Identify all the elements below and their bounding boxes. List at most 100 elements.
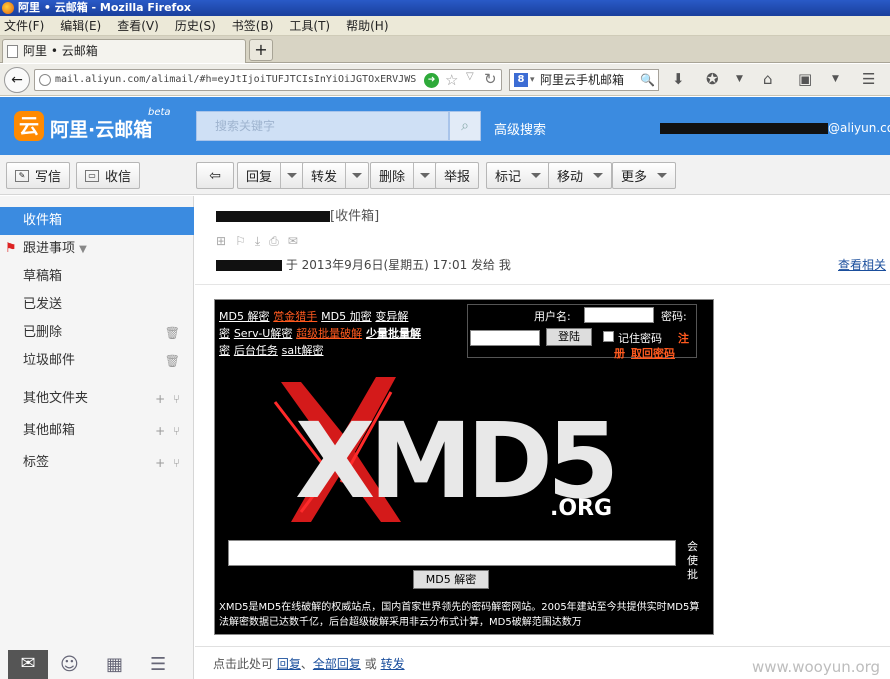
redacted-sender — [216, 260, 282, 271]
expand-icon[interactable]: ⊞ — [216, 234, 235, 248]
addon-dropdown-icon[interactable]: ▼ — [736, 74, 743, 84]
sidebar-item-inbox[interactable]: 收件箱 — [0, 207, 194, 235]
move-label: 移动 — [557, 170, 584, 185]
back-button[interactable]: ⇦ — [196, 162, 234, 189]
mail-icon[interactable]: ✉ — [8, 650, 48, 679]
receive-button[interactable]: ▭ 收信 — [76, 162, 141, 189]
menu-edit[interactable]: 编辑(E) — [60, 17, 101, 34]
folder-sidebar: 收件箱 ⚑ 跟进事项 ▼ 草稿箱 已发送 已删除 🗑 垃圾邮件 🗑 其他文件夹 + ⑂… — [0, 196, 194, 679]
magnifier-icon[interactable]: 🔍 — [640, 70, 655, 90]
download-icon[interactable]: ⤓ — [255, 234, 269, 248]
addon-icon[interactable]: ✪ — [706, 70, 719, 88]
sidebar-item-deleted[interactable]: 已删除 🗑 — [0, 319, 194, 347]
reply-sep: 、 — [300, 657, 313, 671]
star-icon[interactable]: ☆ — [445, 71, 458, 89]
login-button[interactable]: 登陆 — [546, 328, 592, 346]
new-tab-button[interactable]: + — [249, 39, 273, 61]
quick-reply-all-link[interactable]: 全部回复 — [313, 657, 361, 671]
mark-button[interactable]: 标记 — [486, 162, 551, 189]
link-bounty[interactable]: 赏金猎手 — [273, 310, 317, 323]
chevron-down-icon — [352, 173, 363, 178]
md5-decrypt-button[interactable]: MD5 解密 — [413, 570, 489, 589]
reply-dropdown[interactable] — [280, 163, 298, 188]
sidebar-item-followup[interactable]: ⚑ 跟进事项 ▼ — [0, 235, 194, 263]
menu-tools[interactable]: 工具(T) — [289, 17, 330, 34]
menu-view[interactable]: 查看(V) — [117, 17, 159, 34]
go-arrow-icon[interactable]: ➜ — [424, 73, 439, 88]
link-super-batch[interactable]: 超级批量破解 — [296, 327, 362, 340]
aliyun-logo-icon: 云 — [14, 111, 44, 141]
quick-reply-link[interactable]: 回复 — [277, 657, 301, 671]
reload-icon[interactable]: ↻ — [484, 70, 497, 88]
add-settings-icon[interactable]: + ⑂ — [155, 385, 180, 413]
contacts-icon[interactable]: ☺ — [60, 654, 79, 675]
move-button[interactable]: 移动 — [548, 162, 613, 189]
toolbar-dropdown-icon[interactable]: ▼ — [832, 74, 839, 84]
menu-help[interactable]: 帮助(H) — [346, 17, 388, 34]
print-icon[interactable]: ⎙ — [269, 234, 288, 248]
link-servu[interactable]: Serv-U解密 — [234, 327, 293, 340]
md5-hash-input[interactable] — [228, 540, 676, 566]
more-button[interactable]: 更多 — [612, 162, 677, 189]
browser-tab[interactable]: 阿里 • 云邮箱 — [2, 39, 246, 63]
compose-button[interactable]: ✎ 写信 — [6, 162, 71, 189]
sidebar-item-sent[interactable]: 已发送 — [0, 291, 194, 319]
register-link[interactable]: 注 — [678, 330, 689, 346]
link-background-task[interactable]: 后台任务 — [234, 344, 278, 357]
logo-text: 阿里·云邮箱 — [50, 119, 153, 141]
navigation-bar: ← mail.aliyun.com/alimail/#h=eyJtIjoiTUF… — [0, 64, 890, 96]
delete-button[interactable]: 删除 — [370, 162, 438, 189]
link-variant[interactable]: 变异解 — [375, 310, 408, 323]
menu-bookmarks[interactable]: 书签(B) — [232, 17, 274, 34]
link-fragment[interactable]: 密 — [219, 327, 230, 340]
trash-icon[interactable]: 🗑 — [165, 319, 180, 347]
envelope-icon[interactable]: ✉ — [288, 234, 307, 248]
menu-history[interactable]: 历史(S) — [175, 17, 216, 34]
link-small-batch[interactable]: 少量批量解 — [366, 327, 421, 340]
link-md5-encrypt[interactable]: MD5 加密 — [321, 310, 371, 323]
search-box[interactable]: 8 ▾ 阿里云手机邮箱 🔍 — [509, 69, 659, 91]
sidebar-item-other-mailboxes[interactable]: 其他邮箱 + ⑂ — [0, 417, 194, 445]
home-icon[interactable]: ⌂ — [763, 70, 773, 88]
view-related-link[interactable]: 查看相关 — [838, 256, 886, 273]
username-input[interactable] — [584, 307, 654, 323]
link-fragment2[interactable]: 密 — [219, 344, 230, 357]
sidebar-item-label: 其他邮箱 — [23, 423, 76, 438]
screenshot-icon[interactable]: ▣ — [798, 70, 812, 88]
folder-tag: [收件箱] — [330, 209, 380, 224]
password-input[interactable] — [470, 330, 540, 346]
report-button[interactable]: 举报 — [435, 162, 480, 189]
quick-forward-link[interactable]: 转发 — [381, 657, 405, 671]
link-md5-decrypt[interactable]: MD5 解密 — [219, 310, 269, 323]
notes-icon[interactable]: ☰ — [150, 654, 166, 675]
flag-icon[interactable]: ⚐ — [235, 234, 255, 248]
back-icon[interactable]: ← — [4, 67, 30, 93]
recover-password-link[interactable]: 取回密码 — [631, 345, 675, 361]
user-account[interactable]: @aliyun.com — [660, 121, 890, 135]
download-icon[interactable]: ⬇ — [672, 70, 685, 88]
sidebar-item-other-folders[interactable]: 其他文件夹 + ⑂ — [0, 385, 194, 413]
menu-icon[interactable]: ☰ — [862, 70, 875, 88]
mail-search-input[interactable]: 搜索关键字 — [196, 111, 449, 141]
sidebar-item-drafts[interactable]: 草稿箱 — [0, 263, 194, 291]
add-settings-icon[interactable]: + ⑂ — [155, 417, 180, 445]
dropdown-icon[interactable]: ▽ — [466, 71, 474, 82]
delete-dropdown[interactable] — [413, 163, 431, 188]
menu-file[interactable]: 文件(F) — [4, 17, 44, 34]
mail-search-button[interactable]: ⌕ — [449, 111, 481, 141]
register-link-cont[interactable]: 册 — [614, 345, 625, 361]
chevron-down-icon[interactable]: ▼ — [79, 244, 87, 255]
sidebar-item-labels[interactable]: 标签 + ⑂ — [0, 449, 194, 477]
trash-icon[interactable]: 🗑 — [165, 347, 180, 375]
add-settings-icon[interactable]: + ⑂ — [155, 449, 180, 477]
forward-button[interactable]: 转发 — [302, 162, 370, 189]
remember-checkbox[interactable] — [603, 331, 614, 342]
advanced-search-link[interactable]: 高级搜索 — [494, 119, 546, 138]
forward-dropdown[interactable] — [345, 163, 363, 188]
menu-bar: 文件(F) 编辑(E) 查看(V) 历史(S) 书签(B) 工具(T) 帮助(H… — [0, 16, 890, 36]
reply-button[interactable]: 回复 — [237, 162, 305, 189]
sidebar-item-spam[interactable]: 垃圾邮件 🗑 — [0, 347, 194, 375]
login-panel: 用户名: 密码: 登陆 记住密码 注 册 取回密码 — [467, 304, 697, 361]
calendar-icon[interactable]: ▦ — [106, 654, 123, 675]
link-salt[interactable]: salt解密 — [282, 344, 324, 357]
